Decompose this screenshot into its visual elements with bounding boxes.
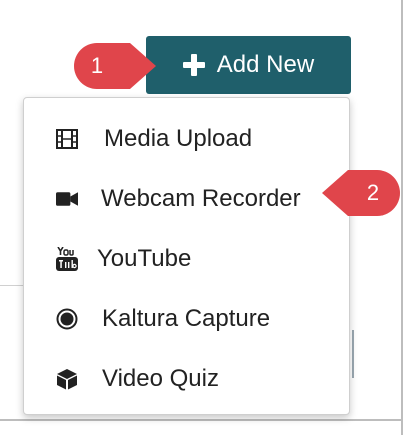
add-new-dropdown-menu: Media Upload Webcam Recorder YouTube Kal… (23, 97, 350, 415)
menu-item-youtube[interactable]: YouTube (24, 234, 349, 284)
add-new-button[interactable]: Add New (146, 36, 351, 94)
cube-icon (56, 368, 78, 390)
background-panel-edge (352, 330, 354, 378)
menu-item-label: Video Quiz (102, 365, 219, 392)
record-icon (56, 308, 78, 330)
menu-item-label: Media Upload (104, 125, 253, 152)
film-icon (56, 128, 78, 150)
callout-badge-1: 1 (74, 43, 156, 89)
youtube-icon (56, 247, 78, 271)
menu-item-video-quiz[interactable]: Video Quiz (24, 354, 349, 404)
menu-item-kaltura-capture[interactable]: Kaltura Capture (24, 294, 349, 344)
callout-number: 2 (366, 180, 380, 205)
add-new-label: Add New (216, 51, 315, 78)
menu-item-media-upload[interactable]: Media Upload (24, 114, 349, 164)
menu-item-webcam-recorder[interactable]: Webcam Recorder (24, 174, 349, 224)
frame-edge (401, 0, 403, 435)
callout-badge-2: 2 (322, 170, 400, 216)
frame-bottom (0, 419, 403, 421)
video-camera-icon (56, 188, 78, 210)
plus-icon (182, 54, 205, 76)
menu-item-label: Webcam Recorder (101, 185, 301, 212)
callout-number: 1 (90, 53, 104, 78)
menu-item-label: YouTube (97, 245, 192, 272)
menu-item-label: Kaltura Capture (102, 305, 271, 332)
